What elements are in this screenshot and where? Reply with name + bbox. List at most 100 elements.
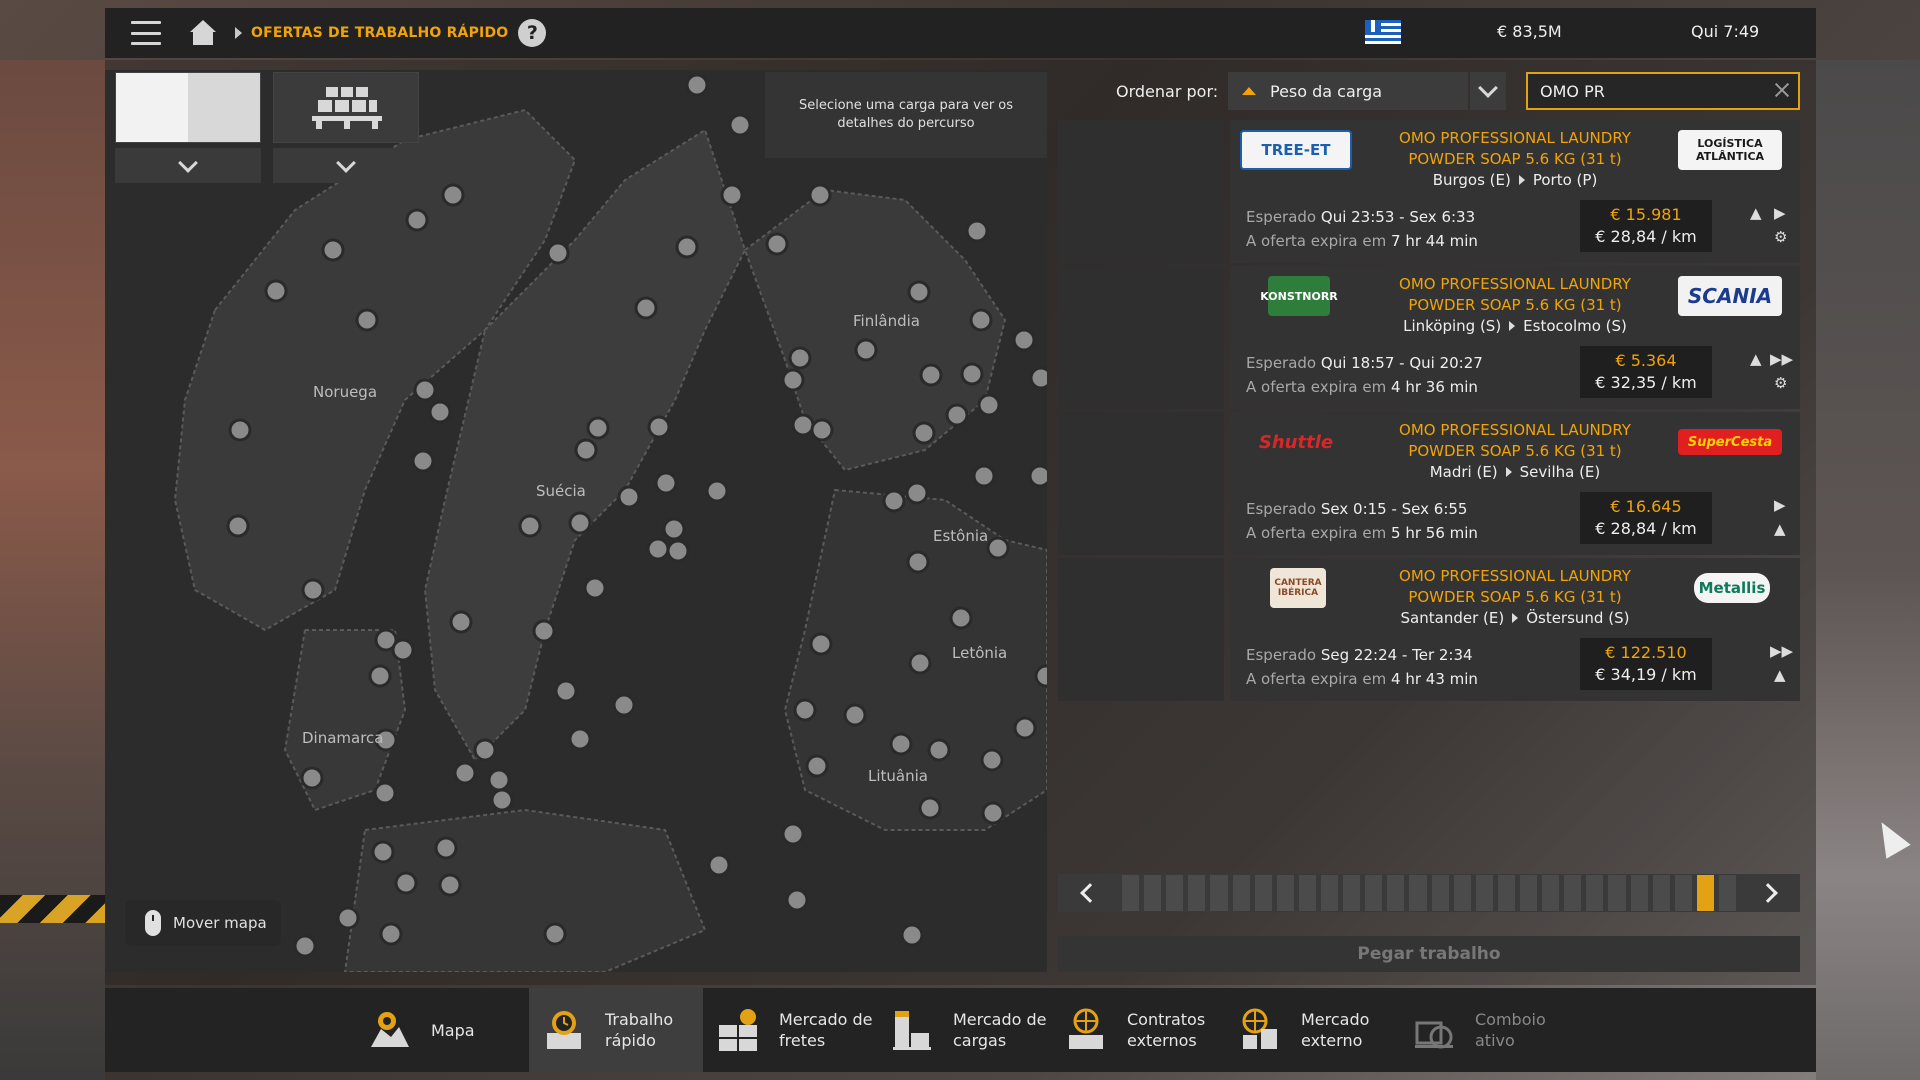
sort-label: Ordenar por: <box>1116 82 1219 101</box>
offer-expiry: A oferta expira em 7 hr 44 min <box>1246 232 1478 250</box>
route-arrow-icon <box>1512 613 1519 623</box>
trailer-filter-tile[interactable] <box>115 72 261 183</box>
offer-row[interactable]: CANTERA IBÉRICA OMO PROFESSIONAL LAUNDRY… <box>1058 558 1800 701</box>
pager-tick[interactable] <box>1497 875 1515 911</box>
map-label-finlandia: Finlândia <box>853 312 920 330</box>
trailer-dropdown-button[interactable] <box>115 148 261 183</box>
pager-tick[interactable] <box>1254 875 1272 911</box>
offer-row[interactable]: TREE-ET OMO PROFESSIONAL LAUNDRY POWDER S… <box>1058 120 1800 263</box>
pager-tick[interactable] <box>1542 875 1560 911</box>
expected-time: Esperado Qui 18:57 - Qui 20:27 <box>1246 354 1483 372</box>
expected-time: Esperado Seg 22:24 - Ter 2:34 <box>1246 646 1473 664</box>
sort-select[interactable]: Peso da carga <box>1228 72 1468 110</box>
route-map[interactable]: Selecione uma carga para ver os detalhes… <box>105 70 1047 972</box>
cargo-filter-tile[interactable] <box>273 72 419 183</box>
pager-tick[interactable] <box>1630 875 1648 911</box>
offer-details: CANTERA IBÉRICA OMO PROFESSIONAL LAUNDRY… <box>1230 558 1800 701</box>
price-per-km: € 34,19 / km <box>1595 665 1697 684</box>
move-map-label: Mover mapa <box>173 914 267 932</box>
pager-tick[interactable] <box>1320 875 1339 911</box>
cargo-search-input[interactable] <box>1526 72 1800 110</box>
company-logo: KONSTNORR <box>1260 276 1338 316</box>
tab-comboio-ativo[interactable]: Comboio ativo <box>1399 988 1573 1072</box>
game-clock: Qui 7:49 <box>1691 22 1760 41</box>
price-per-km: € 28,84 / km <box>1595 519 1697 538</box>
hazard-stripes <box>0 895 105 923</box>
offers-pager <box>1058 874 1800 912</box>
move-map-hint: Mover mapa <box>125 900 281 946</box>
price-box: € 5.364 € 32,35 / km <box>1580 346 1712 398</box>
pager-next-button[interactable] <box>1742 874 1800 912</box>
sort-ascending-icon <box>1242 87 1256 95</box>
pager-tick[interactable] <box>1232 875 1250 911</box>
pager-tick[interactable] <box>1431 875 1449 911</box>
offer-details: Shuttle OMO PROFESSIONAL LAUNDRY POWDER S… <box>1230 412 1800 555</box>
pager-tick[interactable] <box>1122 875 1140 911</box>
route: Linköping (S) Estocolmo (S) <box>1403 317 1627 335</box>
pager-tick[interactable] <box>1564 875 1582 911</box>
pager-tick[interactable] <box>1608 875 1626 911</box>
offer-thumbnail <box>1058 412 1224 555</box>
fast-forward-icon: ▶▶ <box>1770 350 1794 368</box>
pager-tick[interactable] <box>1365 875 1383 911</box>
pager-tick[interactable] <box>1387 875 1405 911</box>
offers-list: TREE-ET OMO PROFESSIONAL LAUNDRY POWDER S… <box>1058 120 1800 704</box>
cargo-market-icon <box>889 1007 935 1053</box>
offer-thumbnail <box>1058 266 1224 409</box>
destination-logo: SCANIA <box>1678 276 1782 316</box>
offer-row[interactable]: KONSTNORR OMO PROFESSIONAL LAUNDRY POWDER… <box>1058 266 1800 409</box>
pager-tick[interactable] <box>1166 875 1184 911</box>
pager-tick-current[interactable] <box>1696 875 1714 911</box>
route: Madri (E) Sevilha (E) <box>1429 463 1601 481</box>
pager-tick[interactable] <box>1475 875 1493 911</box>
chevron-left-icon <box>1080 883 1100 903</box>
tab-trabalho-rapido[interactable]: Trabalho rápido <box>529 988 703 1072</box>
pager-tick[interactable] <box>1210 875 1228 911</box>
offer-expiry: A oferta expira em 4 hr 36 min <box>1246 378 1478 396</box>
tab-contratos-externos[interactable]: Contratos externos <box>1051 988 1225 1072</box>
pager-prev-button[interactable] <box>1058 874 1116 912</box>
home-icon[interactable] <box>189 20 217 46</box>
price-per-km: € 32,35 / km <box>1595 373 1697 392</box>
weight-icon: ▲ <box>1774 520 1786 538</box>
tab-mapa[interactable]: Mapa <box>355 988 529 1072</box>
tab-mercado-externo[interactable]: Mercado externo <box>1225 988 1399 1072</box>
pager-tick[interactable] <box>1298 875 1316 911</box>
offer-expiry: A oferta expira em 4 hr 43 min <box>1246 670 1478 688</box>
pager-tick[interactable] <box>1718 875 1737 911</box>
pager-tick[interactable] <box>1144 875 1162 911</box>
sort-value: Peso da carga <box>1270 81 1383 101</box>
tab-mercado-de-fretes[interactable]: Mercado de fretes <box>703 988 877 1072</box>
pager-tick[interactable] <box>1188 875 1206 911</box>
fast-forward-icon: ▶▶ <box>1770 642 1794 660</box>
map-canvas[interactable] <box>105 70 1047 972</box>
pager-tick[interactable] <box>1519 875 1538 911</box>
offer-price: € 15.981 <box>1610 205 1682 224</box>
pager-tick[interactable] <box>1409 875 1427 911</box>
take-job-button[interactable]: Pegar trabalho <box>1058 936 1800 972</box>
route-arrow-icon <box>1518 175 1525 185</box>
pager-tick[interactable] <box>1674 875 1692 911</box>
mouse-icon <box>145 910 161 936</box>
cargo-name: OMO PROFESSIONAL LAUNDRY POWDER SOAP 5.6 … <box>1399 421 1631 460</box>
pager-tick[interactable] <box>1652 875 1670 911</box>
offer-row[interactable]: Shuttle OMO PROFESSIONAL LAUNDRY POWDER S… <box>1058 412 1800 555</box>
pager-tick[interactable] <box>1343 875 1361 911</box>
cargo-name: OMO PROFESSIONAL LAUNDRY POWDER SOAP 5.6 … <box>1399 129 1631 168</box>
pager-tick[interactable] <box>1586 875 1604 911</box>
cargo-name: OMO PROFESSIONAL LAUNDRY POWDER SOAP 5.6 … <box>1399 567 1631 606</box>
tab-mercado-de-cargas[interactable]: Mercado de cargas <box>877 988 1051 1072</box>
sort-dropdown-button[interactable] <box>1470 72 1506 110</box>
breadcrumb[interactable]: OFERTAS DE TRABALHO RÁPIDO <box>251 25 508 41</box>
pager-tick[interactable] <box>1453 875 1471 911</box>
destination-logo: Metallis <box>1694 573 1770 603</box>
pager-tick[interactable] <box>1276 875 1294 911</box>
menu-icon[interactable] <box>131 21 161 45</box>
money-balance: € 83,5M <box>1497 22 1562 41</box>
help-icon[interactable]: ? <box>518 19 547 47</box>
clear-search-icon[interactable] <box>1772 80 1792 100</box>
cargo-dropdown-button[interactable] <box>273 148 419 183</box>
route-hint: Selecione uma carga para ver os detalhes… <box>765 72 1047 158</box>
destination-logo: SuperCesta <box>1678 429 1782 455</box>
background-right <box>1816 60 1920 1080</box>
